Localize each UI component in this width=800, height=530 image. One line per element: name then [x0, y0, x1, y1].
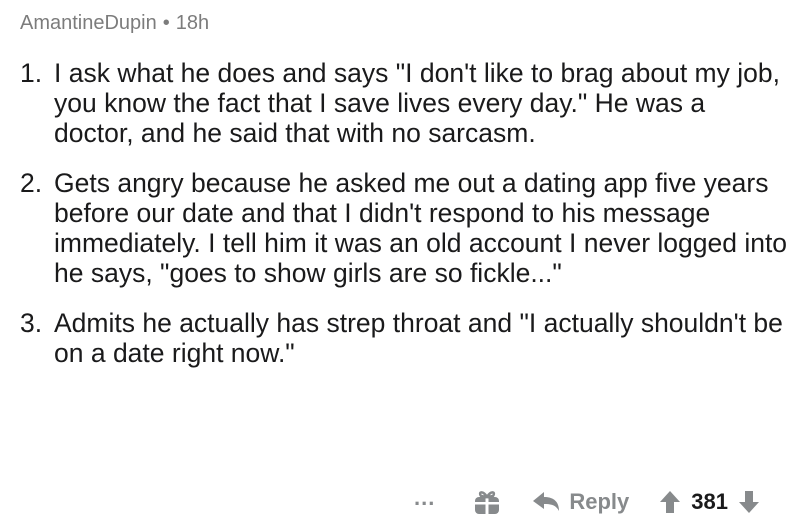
comment-age[interactable]: 18h [176, 12, 209, 34]
list-item-text: I ask what he does and says "I don't lik… [54, 58, 780, 148]
separator-dot: • [162, 12, 170, 34]
list-item-number: 3. [20, 308, 43, 338]
comment-body: 1. I ask what he does and says "I don't … [20, 58, 790, 388]
list-item: 3. Admits he actually has strep throat a… [20, 308, 790, 368]
comment-header: AmantineDupin • 18h [20, 12, 209, 35]
gift-icon[interactable] [473, 488, 501, 516]
vote-controls: 381 [659, 489, 760, 515]
arrow-up-icon[interactable] [659, 489, 681, 515]
comment-actions: ... Reply 381 [414, 482, 760, 522]
reply-label: Reply [569, 489, 630, 514]
list-item-number: 1. [20, 58, 43, 88]
more-options-button[interactable]: ... [414, 485, 435, 511]
author-username[interactable]: AmantineDupin [20, 12, 157, 34]
list-item-text: Gets angry because he asked me out a dat… [54, 168, 788, 288]
arrow-down-icon[interactable] [738, 489, 760, 515]
reply-button[interactable]: Reply [531, 489, 629, 515]
vote-score: 381 [691, 489, 728, 514]
list-item-number: 2. [20, 168, 43, 198]
list-item-text: Admits he actually has strep throat and … [54, 308, 783, 368]
reply-arrow-icon [533, 492, 560, 511]
list-item: 2. Gets angry because he asked me out a … [20, 168, 790, 288]
list-item: 1. I ask what he does and says "I don't … [20, 58, 790, 148]
